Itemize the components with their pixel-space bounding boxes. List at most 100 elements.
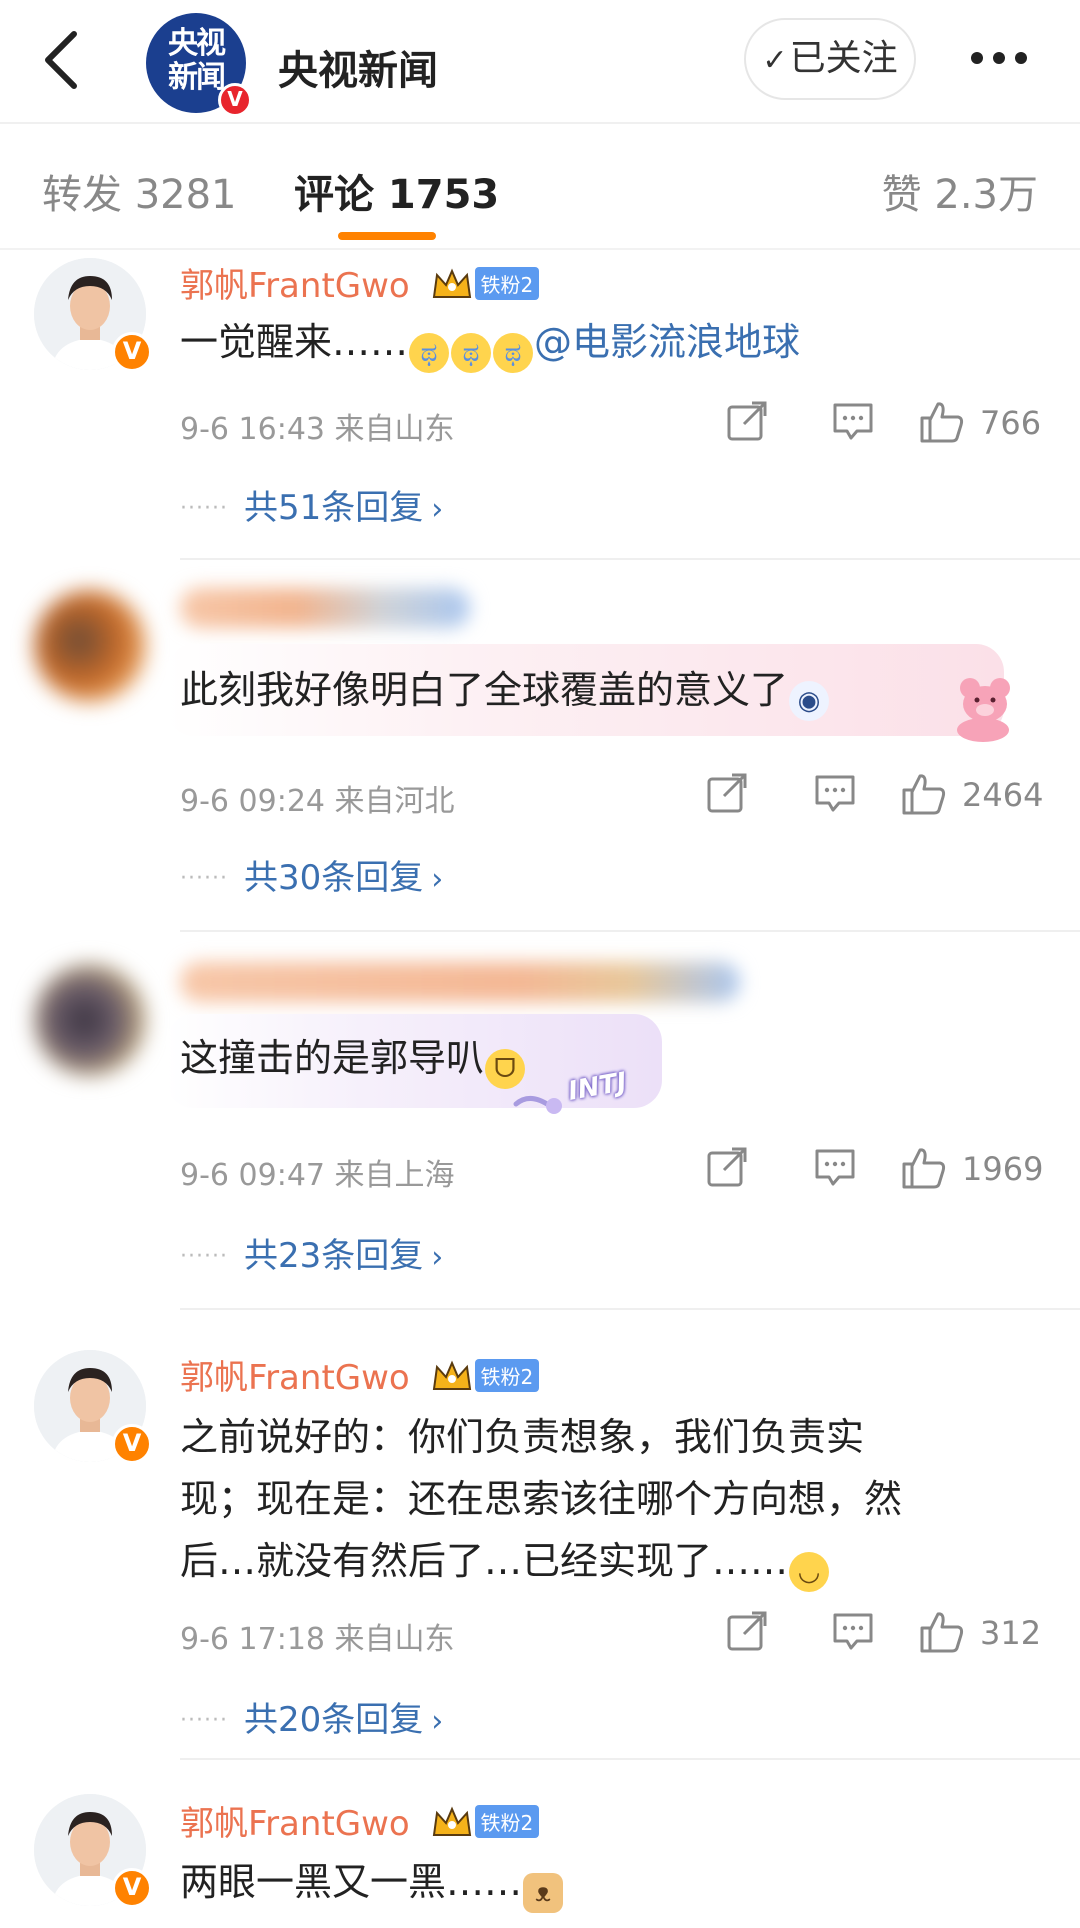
comment-text: 之前说好的：你们负责想象，我们负责实 现；现在是：还在思索该往哪个方向想，然 后… bbox=[180, 1406, 902, 1592]
top-bar: 央视新闻 V 央视新闻 ✓已关注 bbox=[0, 0, 1080, 122]
thumbs-up-icon bbox=[920, 402, 964, 443]
comment-item: V 郭帆FrantGwo 铁粉2 之前说好的：你们负责想象，我们负责实 现；现在… bbox=[0, 1312, 1080, 1760]
comment-item: V 郭帆FrantGwo 铁粉2 两眼一黑又一黑…… ᴥ bbox=[0, 1760, 1080, 1928]
reply-button[interactable] bbox=[812, 1144, 858, 1194]
repost-button[interactable] bbox=[704, 1144, 750, 1194]
thumbs-up-icon bbox=[902, 774, 946, 815]
crown-icon bbox=[431, 1359, 473, 1393]
more-options-button[interactable] bbox=[966, 46, 1036, 70]
view-replies-link[interactable]: ······ 共23条回复 › bbox=[180, 1228, 443, 1277]
user-avatar-photo bbox=[34, 964, 146, 1076]
verified-badge-icon: V bbox=[112, 1868, 152, 1908]
mention-link[interactable]: @电影流浪地球 bbox=[534, 320, 800, 364]
username[interactable]: 郭帆FrantGwo 铁粉2 bbox=[180, 258, 540, 307]
verified-badge-icon: V bbox=[112, 1424, 152, 1464]
timestamp-location: 9-6 17:18 来自山东 bbox=[180, 1622, 455, 1657]
crying-laughing-icon: ಥ bbox=[409, 333, 450, 373]
view-replies-link[interactable]: ······ 共51条回复 › bbox=[180, 480, 443, 529]
avatar[interactable] bbox=[34, 590, 146, 702]
crying-laughing-icon: ಥ bbox=[451, 333, 492, 373]
comment-item: V 郭帆FrantGwo 铁粉2 一觉醒来…… ಥ ಥ ಥ @电影流浪地球 9-6 16… bbox=[0, 252, 1080, 562]
comment-text: 此刻我好像明白了全球覆盖的意义了 ◉ bbox=[180, 662, 830, 721]
divider bbox=[180, 558, 1080, 560]
follow-button[interactable]: ✓已关注 bbox=[744, 18, 916, 100]
comment-item: INTJ 这撞击的是郭导叭 ᗜ 9-6 09:47 来自上海 1969 ·····… bbox=[0, 934, 1080, 1312]
smile-icon: ◡ bbox=[789, 1552, 830, 1592]
more-dots-icon bbox=[966, 52, 1032, 74]
tab-repost[interactable]: 转发 3281 bbox=[42, 162, 237, 220]
tab-bar: 转发 3281 评论 1753 赞 2.3万 bbox=[0, 124, 1080, 248]
comment-actions: 2464 bbox=[704, 770, 1044, 820]
divider bbox=[180, 1308, 1080, 1310]
chevron-right-icon: › bbox=[431, 1704, 444, 1739]
like-count: 2464 bbox=[962, 776, 1044, 814]
timestamp-location: 9-6 09:24 来自河北 bbox=[180, 784, 455, 819]
comment-text: 两眼一黑又一黑…… ᴥ bbox=[180, 1854, 564, 1913]
comment-actions: 1969 bbox=[704, 1144, 1044, 1194]
comment-icon bbox=[833, 1613, 873, 1650]
like-button[interactable]: 312 bbox=[918, 1608, 1048, 1658]
crown-icon bbox=[431, 267, 473, 301]
crown-icon bbox=[431, 1805, 473, 1839]
comment-actions: 312 bbox=[724, 1608, 1044, 1658]
like-count: 1969 bbox=[962, 1150, 1044, 1188]
username[interactable] bbox=[180, 588, 470, 628]
like-count: 312 bbox=[980, 1614, 1042, 1652]
reply-button[interactable] bbox=[830, 1608, 876, 1658]
view-replies-link[interactable]: ······ 共30条回复 › bbox=[180, 850, 443, 899]
chevron-right-icon: › bbox=[431, 1240, 444, 1275]
fan-badge: 铁粉2 bbox=[474, 1359, 540, 1392]
divider bbox=[180, 930, 1080, 932]
like-button[interactable]: 766 bbox=[918, 398, 1048, 448]
fan-badge: 铁粉2 bbox=[474, 267, 540, 300]
verified-badge-icon: V bbox=[112, 332, 152, 372]
avatar[interactable]: V bbox=[34, 1350, 152, 1464]
comment-icon bbox=[815, 775, 855, 812]
account-name[interactable]: 央视新闻 bbox=[278, 38, 438, 96]
comment-text: 这撞击的是郭导叭 ᗜ bbox=[180, 1030, 526, 1089]
comment-icon bbox=[833, 403, 873, 440]
repost-button[interactable] bbox=[704, 770, 750, 820]
repost-button[interactable] bbox=[724, 1608, 770, 1658]
username[interactable] bbox=[180, 962, 740, 1002]
account-avatar[interactable]: 央视新闻 V bbox=[146, 13, 252, 117]
chevron-right-icon: › bbox=[431, 862, 444, 897]
avatar[interactable] bbox=[34, 964, 146, 1076]
comment-icon bbox=[815, 1149, 855, 1186]
share-icon bbox=[727, 1611, 767, 1651]
view-replies-link[interactable]: ······ 共20条回复 › bbox=[180, 1692, 443, 1741]
doge-icon: ᴥ bbox=[523, 1873, 564, 1913]
crying-laughing-icon: ಥ bbox=[493, 333, 534, 373]
avatar[interactable]: V bbox=[34, 1794, 152, 1908]
fan-badge: 铁粉2 bbox=[474, 1805, 540, 1838]
chevron-right-icon: › bbox=[431, 492, 444, 527]
share-icon bbox=[727, 401, 767, 441]
user-avatar-photo bbox=[34, 590, 146, 702]
active-tab-indicator bbox=[338, 232, 436, 240]
username[interactable]: 郭帆FrantGwo 铁粉2 bbox=[180, 1796, 540, 1845]
back-button[interactable] bbox=[36, 28, 86, 92]
thumbs-up-icon bbox=[920, 1612, 964, 1653]
divider bbox=[0, 248, 1080, 250]
repost-button[interactable] bbox=[724, 398, 770, 448]
share-icon bbox=[707, 1147, 747, 1187]
like-button[interactable]: 2464 bbox=[900, 770, 1050, 820]
check-icon: ✓ bbox=[762, 43, 788, 78]
tab-comments[interactable]: 评论 1753 bbox=[294, 162, 499, 220]
timestamp-location: 9-6 09:47 来自上海 bbox=[180, 1158, 455, 1193]
timestamp-location: 9-6 16:43 来自山东 bbox=[180, 412, 455, 447]
username[interactable]: 郭帆FrantGwo 铁粉2 bbox=[180, 1350, 540, 1399]
follow-label: 已关注 bbox=[789, 38, 898, 79]
avatar[interactable]: V bbox=[34, 258, 152, 372]
thumbs-up-icon bbox=[902, 1148, 946, 1189]
comment-text-line: 后…就没有然后了…已经实现了…… bbox=[180, 1539, 789, 1583]
reply-button[interactable] bbox=[830, 398, 876, 448]
share-icon bbox=[707, 773, 747, 813]
comment-text-line: 之前说好的：你们负责想象，我们负责实 bbox=[180, 1415, 865, 1459]
like-button[interactable]: 1969 bbox=[900, 1144, 1050, 1194]
laughing-icon: ᗜ bbox=[485, 1049, 526, 1089]
verified-badge-icon: V bbox=[218, 83, 252, 117]
comment-actions: 766 bbox=[724, 398, 1044, 448]
tab-likes[interactable]: 赞 2.3万 bbox=[882, 162, 1038, 220]
reply-button[interactable] bbox=[812, 770, 858, 820]
